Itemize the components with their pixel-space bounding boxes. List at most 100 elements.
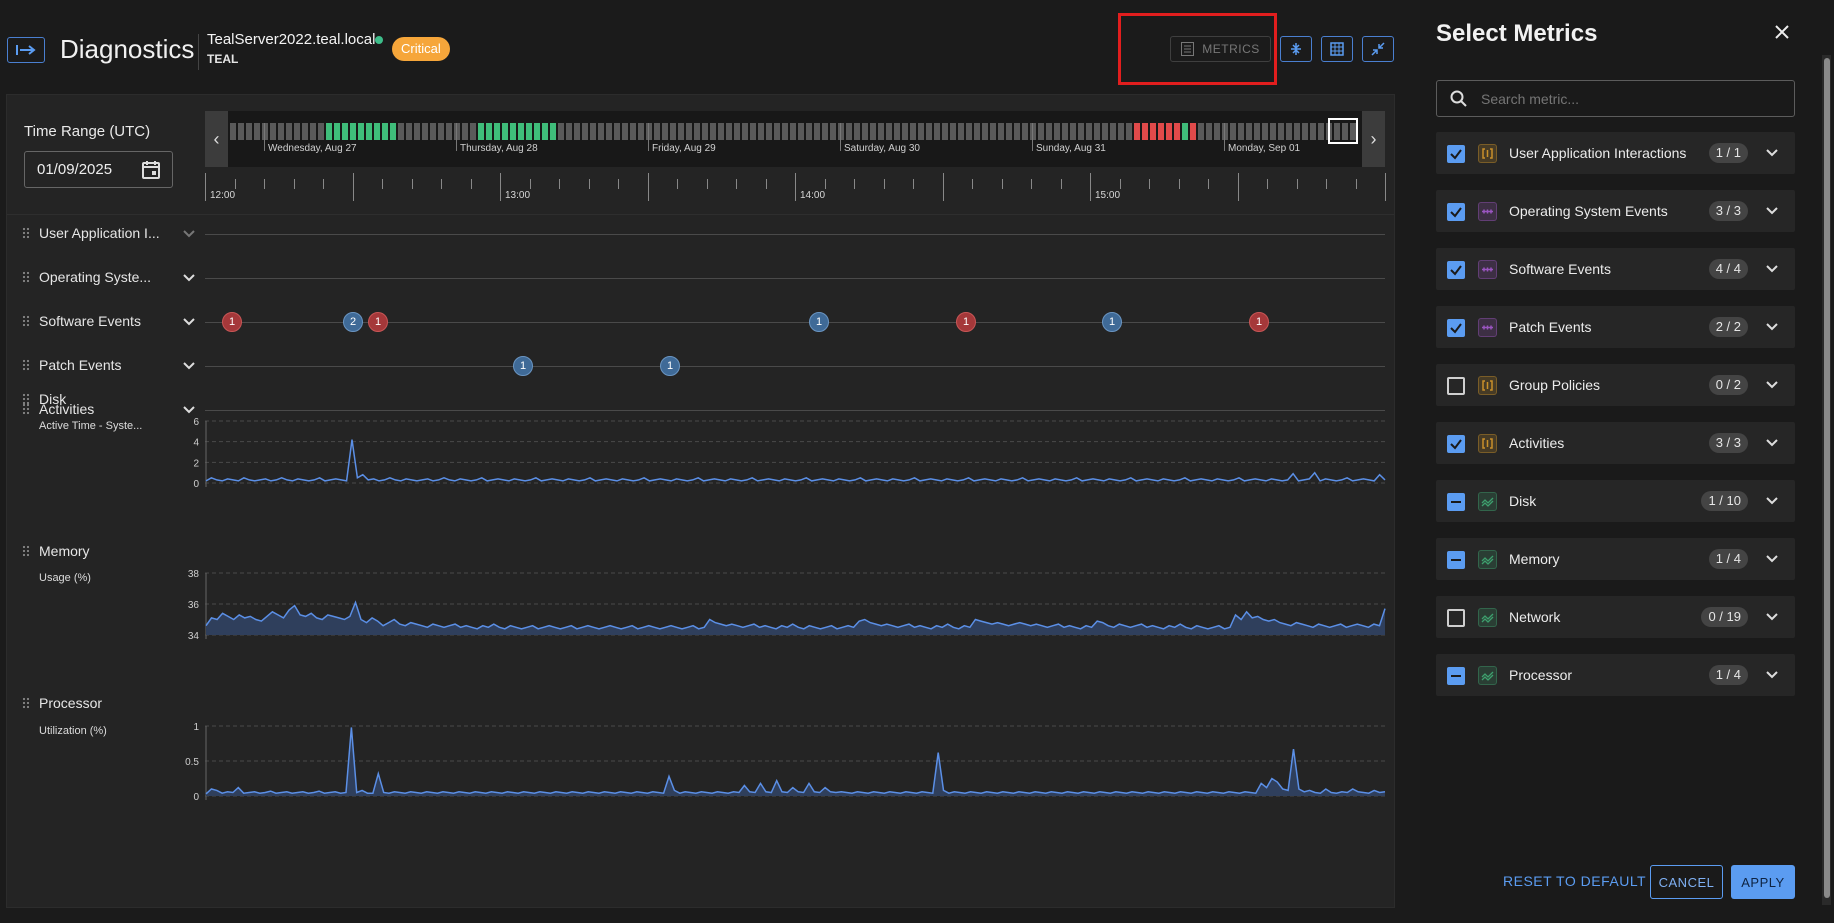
wave-icon bbox=[1478, 492, 1497, 511]
availability-bar bbox=[358, 123, 364, 140]
close-button[interactable] bbox=[1771, 21, 1793, 43]
chevron-down-icon[interactable] bbox=[183, 272, 195, 284]
metric-checkbox[interactable] bbox=[1447, 261, 1465, 279]
check-icon bbox=[1450, 323, 1462, 334]
metric-checkbox[interactable] bbox=[1447, 551, 1465, 569]
metric-row[interactable]: Activities 3 / 3 bbox=[1436, 422, 1795, 464]
hour-tick bbox=[736, 179, 737, 189]
patch-event-marker[interactable]: 1 bbox=[660, 356, 680, 376]
availability-bar bbox=[246, 123, 252, 140]
software-event-marker[interactable]: 1 bbox=[1102, 312, 1122, 332]
hour-label: 12:00 bbox=[210, 190, 236, 201]
chevron-down-icon[interactable] bbox=[183, 316, 195, 328]
availability-bar bbox=[366, 123, 372, 140]
y-tick-label: 2 bbox=[193, 458, 199, 469]
metrics-button-label: METRICS bbox=[1202, 42, 1260, 56]
software-event-marker[interactable]: 1 bbox=[809, 312, 829, 332]
metric-row[interactable]: Processor 1 / 4 bbox=[1436, 654, 1795, 696]
drag-handle-icon[interactable] bbox=[22, 359, 30, 371]
availability-bar bbox=[558, 123, 564, 140]
timeline-prev-button[interactable]: ‹ bbox=[205, 111, 228, 167]
metric-checkbox[interactable] bbox=[1447, 377, 1465, 395]
metric-row[interactable]: Memory 1 / 4 bbox=[1436, 538, 1795, 580]
y-tick-label: 36 bbox=[188, 600, 200, 611]
metric-row[interactable]: Group Policies 0 / 2 bbox=[1436, 364, 1795, 406]
availability-bar bbox=[510, 123, 516, 140]
availability-bar bbox=[1110, 123, 1116, 140]
drag-handle-icon[interactable] bbox=[22, 227, 30, 239]
metric-checkbox[interactable] bbox=[1447, 203, 1465, 221]
chevron-down-icon[interactable] bbox=[1766, 263, 1778, 275]
chevron-down-icon[interactable] bbox=[1766, 321, 1778, 333]
drag-handle-icon[interactable] bbox=[22, 315, 30, 327]
hour-tick bbox=[854, 179, 855, 189]
metric-row[interactable]: Operating System Events 3 / 3 bbox=[1436, 190, 1795, 232]
timeline-window-handle[interactable] bbox=[1328, 118, 1358, 144]
availability-bar bbox=[270, 123, 276, 140]
drag-handle-icon[interactable] bbox=[22, 393, 30, 405]
metric-row[interactable]: User Application Interactions 1 / 1 bbox=[1436, 132, 1795, 174]
search-input[interactable] bbox=[1481, 91, 1771, 107]
hour-tick bbox=[588, 179, 590, 189]
software-event-marker[interactable]: 1 bbox=[956, 312, 976, 332]
series-area bbox=[206, 727, 1385, 796]
memory-metric-label: Usage (%) bbox=[39, 572, 91, 584]
metric-count-badge: 2 / 2 bbox=[1708, 317, 1748, 337]
drag-handle-icon[interactable] bbox=[22, 697, 30, 709]
chevron-down-icon[interactable] bbox=[1766, 205, 1778, 217]
software-event-marker[interactable]: 2 bbox=[343, 312, 363, 332]
reset-to-default-button[interactable]: RESET TO DEFAULT bbox=[1503, 873, 1646, 889]
chevron-down-icon[interactable] bbox=[1766, 495, 1778, 507]
chevron-down-icon[interactable] bbox=[1766, 379, 1778, 391]
metric-row[interactable]: Software Events 4 / 4 bbox=[1436, 248, 1795, 290]
availability-bar bbox=[550, 123, 556, 140]
availability-bar bbox=[1014, 123, 1020, 140]
date-field[interactable] bbox=[24, 151, 173, 188]
date-input[interactable] bbox=[37, 161, 137, 178]
drag-handle-icon[interactable] bbox=[22, 545, 30, 557]
chevron-down-icon[interactable] bbox=[1766, 669, 1778, 681]
metric-row[interactable]: Network 0 / 19 bbox=[1436, 596, 1795, 638]
chevron-down-icon[interactable] bbox=[1766, 553, 1778, 565]
metric-checkbox[interactable] bbox=[1447, 493, 1465, 511]
metrics-button[interactable]: METRICS bbox=[1170, 36, 1271, 62]
expand-sidebar-button[interactable] bbox=[7, 37, 45, 63]
availability-bar bbox=[774, 123, 780, 140]
hour-tick bbox=[1178, 179, 1180, 189]
metric-name: Operating System Events bbox=[1509, 203, 1668, 219]
chevron-down-icon[interactable] bbox=[1766, 147, 1778, 159]
metric-checkbox[interactable] bbox=[1447, 667, 1465, 685]
metric-search[interactable] bbox=[1436, 80, 1795, 117]
compress-rows-button[interactable] bbox=[1280, 36, 1312, 62]
metric-checkbox[interactable] bbox=[1447, 435, 1465, 453]
calendar-icon[interactable] bbox=[141, 160, 161, 180]
metric-row[interactable]: Disk 1 / 10 bbox=[1436, 480, 1795, 522]
software-event-marker[interactable]: 1 bbox=[1249, 312, 1269, 332]
apply-button[interactable]: APPLY bbox=[1731, 865, 1795, 899]
metric-checkbox[interactable] bbox=[1447, 609, 1465, 627]
availability-bar bbox=[886, 123, 892, 140]
availability-bars bbox=[230, 123, 1360, 140]
cancel-button[interactable]: CANCEL bbox=[1650, 865, 1723, 899]
metric-checkbox[interactable] bbox=[1447, 145, 1465, 163]
availability-bar bbox=[662, 123, 668, 140]
timeline-overview[interactable]: ‹ › Wednesday, Aug 27 Thursday, Aug 28 Fri… bbox=[205, 111, 1385, 167]
patch-event-marker[interactable]: 1 bbox=[513, 356, 533, 376]
scrollbar-thumb[interactable] bbox=[1824, 58, 1830, 898]
search-icon bbox=[1450, 90, 1467, 107]
availability-bar bbox=[1142, 123, 1148, 140]
software-event-marker[interactable]: 1 bbox=[222, 312, 242, 332]
metric-checkbox[interactable] bbox=[1447, 319, 1465, 337]
chevron-down-icon[interactable] bbox=[183, 360, 195, 372]
chevron-down-icon[interactable] bbox=[1766, 611, 1778, 623]
grid-view-button[interactable] bbox=[1321, 36, 1353, 62]
drag-handle-icon[interactable] bbox=[22, 271, 30, 283]
metric-name: Network bbox=[1509, 609, 1561, 625]
chevron-down-icon[interactable] bbox=[1766, 437, 1778, 449]
software-event-marker[interactable]: 1 bbox=[368, 312, 388, 332]
metric-row[interactable]: Patch Events 2 / 2 bbox=[1436, 306, 1795, 348]
chevron-down-icon[interactable] bbox=[183, 228, 195, 240]
collapse-view-button[interactable] bbox=[1362, 36, 1394, 62]
timeline-next-button[interactable]: › bbox=[1362, 111, 1385, 167]
hour-tick bbox=[1001, 179, 1003, 189]
